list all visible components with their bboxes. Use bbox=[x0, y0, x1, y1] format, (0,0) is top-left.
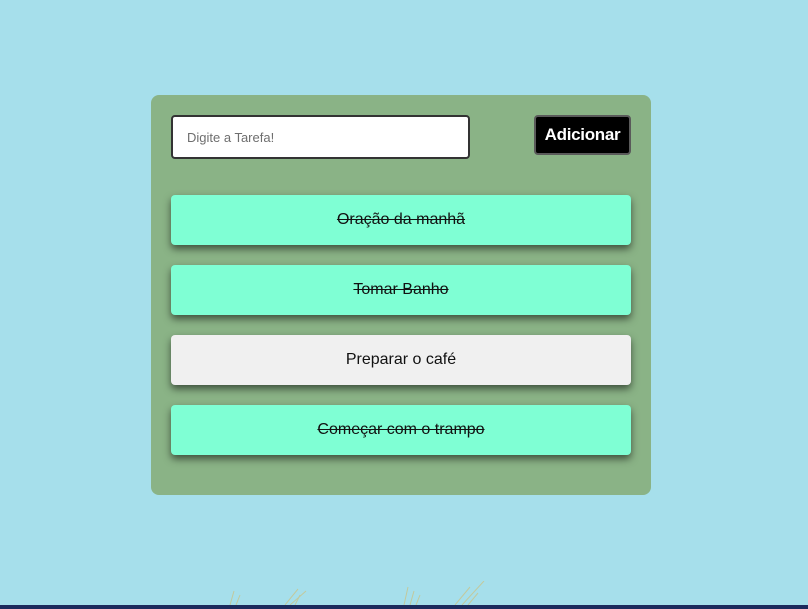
task-item-done[interactable]: Oração da manhã bbox=[171, 195, 631, 245]
bottom-bar bbox=[0, 605, 808, 609]
todo-card: Adicionar Oração da manhã Tomar Banho Pr… bbox=[151, 95, 651, 495]
task-item-done[interactable]: Começar com o trampo bbox=[171, 405, 631, 455]
task-input[interactable] bbox=[171, 115, 470, 159]
task-item-done[interactable]: Tomar Banho bbox=[171, 265, 631, 315]
task-list: Oração da manhã Tomar Banho Preparar o c… bbox=[171, 195, 631, 475]
page: Adicionar Oração da manhã Tomar Banho Pr… bbox=[0, 0, 808, 609]
task-item-pending[interactable]: Preparar o café bbox=[171, 335, 631, 385]
add-task-button[interactable]: Adicionar bbox=[534, 115, 631, 155]
grass-decoration bbox=[229, 581, 485, 605]
